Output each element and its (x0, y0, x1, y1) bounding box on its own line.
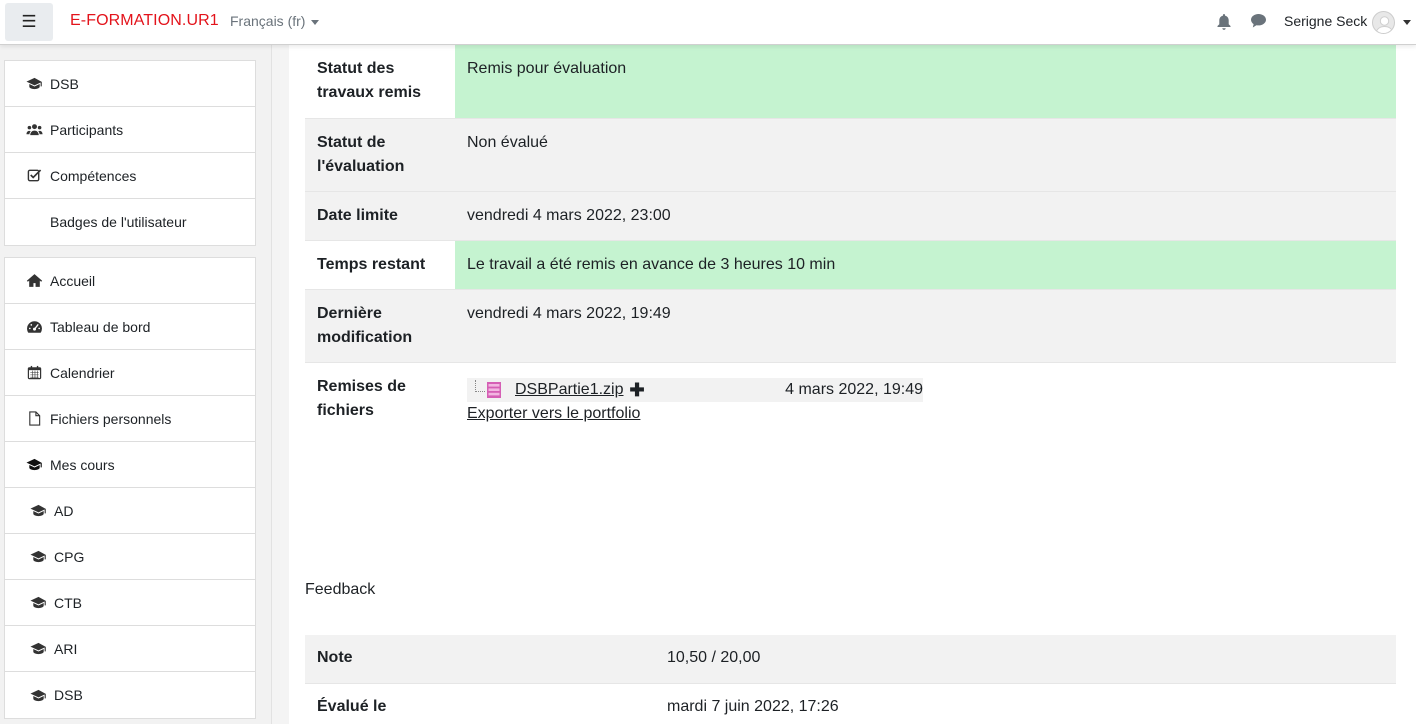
calendar-icon (25, 365, 43, 381)
feedback-heading: Feedback (305, 581, 376, 598)
row-value: Le travail a été remis en avance de 3 he… (455, 241, 1396, 289)
sidebar-item-participants[interactable]: Participants (5, 107, 255, 153)
row-label: Évalué le (317, 698, 387, 715)
row-label: Dernière modification (305, 290, 455, 362)
sidebar-item-label: DSB (54, 687, 83, 703)
sidebar-item-dsb-course[interactable]: DSB (5, 61, 255, 107)
users-icon (25, 122, 43, 138)
sidebar-item-label: ARI (54, 640, 78, 657)
row-value: vendredi 4 mars 2022, 19:49 (467, 305, 671, 322)
sidebar-item-accueil[interactable]: Accueil (5, 258, 255, 304)
default-user-icon (1375, 16, 1394, 33)
table-row: Temps restant Le travail a été remis en … (305, 241, 1396, 290)
nav-drawer: DSB Participants Compétences Badges de l… (0, 45, 272, 724)
sidebar-item-course-ctb[interactable]: CTB (5, 580, 255, 626)
sidebar-item-tableau-de-bord[interactable]: Tableau de bord (5, 304, 255, 350)
file-date: 4 mars 2022, 19:49 (785, 381, 923, 398)
row-label: Remises de fichiers (317, 378, 406, 419)
row-label: Date limite (305, 192, 455, 240)
graduation-cap-icon (29, 641, 47, 657)
sidebar-item-label: Fichiers personnels (50, 410, 172, 427)
site-brand-link[interactable]: E-FORMATION.UR1 (70, 12, 219, 30)
table-row: Statut des travaux remis Remis pour éval… (305, 45, 1396, 119)
row-value: vendredi 4 mars 2022, 23:00 (467, 207, 671, 224)
table-row: Statut de l'évaluation Non évalué (305, 119, 1396, 192)
site-nav-group: Accueil Tableau de bord Calendrier Fichi… (4, 257, 256, 719)
user-menu-chevron-icon[interactable] (1403, 20, 1411, 25)
sidebar-item-fichiers-personnels[interactable]: Fichiers personnels (5, 396, 255, 442)
sidebar-item-label: Badges de l'utilisateur (50, 214, 187, 230)
sidebar-item-course-cpg[interactable]: CPG (5, 534, 255, 580)
graduation-cap-icon (25, 76, 43, 92)
plus-icon[interactable]: ✚ (630, 381, 645, 399)
file-submissions-cell: DSBPartie1.zip ✚ 4 mars 2022, 19:49 Expo… (455, 363, 1396, 453)
sidebar-item-calendrier[interactable]: Calendrier (5, 350, 255, 396)
row-value: Remis pour évaluation (455, 45, 1396, 118)
table-row: Date limite vendredi 4 mars 2022, 23:00 (305, 192, 1396, 241)
table-row: Dernière modification vendredi 4 mars 20… (305, 290, 1396, 363)
sidebar-item-course-ari[interactable]: ARI (5, 626, 255, 672)
menu-toggle-button[interactable]: ☰ (5, 3, 53, 41)
sidebar-item-label: Calendrier (50, 364, 115, 381)
table-row: Évalué le mardi 7 juin 2022, 17:26 (305, 684, 1396, 724)
chat-bubble-icon[interactable] (1250, 13, 1267, 29)
zip-archive-icon (487, 382, 501, 398)
table-row: Note 10,50 / 20,00 (305, 635, 1396, 684)
sidebar-item-mes-cours[interactable]: Mes cours (5, 442, 255, 488)
file-download-link[interactable]: DSBPartie1.zip (515, 378, 624, 402)
row-label: Statut des travaux remis (317, 60, 422, 101)
row-value: 10,50 / 20,00 (667, 649, 761, 666)
tree-connector (475, 380, 485, 392)
hamburger-icon: ☰ (21, 12, 37, 31)
sidebar-item-competences[interactable]: Compétences (5, 153, 255, 199)
submission-status-table: Statut des travaux remis Remis pour éval… (305, 45, 1396, 453)
row-value: mardi 7 juin 2022, 17:26 (667, 698, 839, 715)
course-nav-group: DSB Participants Compétences Badges de l… (4, 60, 256, 246)
sidebar-item-badges[interactable]: Badges de l'utilisateur (5, 199, 255, 245)
graduation-cap-icon (25, 457, 43, 473)
graduation-cap-icon (29, 503, 47, 519)
sidebar-item-label: DSB (50, 75, 79, 92)
chevron-down-icon (311, 19, 320, 25)
graduation-cap-icon (29, 595, 47, 611)
avatar[interactable] (1372, 11, 1395, 34)
sidebar-item-label: Tableau de bord (50, 318, 151, 335)
language-label: Français (fr) (230, 13, 306, 29)
top-navbar: ☰ E-FORMATION.UR1 Français (fr) Serigne … (0, 0, 1416, 45)
row-label: Statut de l'évaluation (305, 119, 455, 191)
language-selector[interactable]: Français (fr) (230, 13, 320, 29)
file-tree-item: DSBPartie1.zip ✚ 4 mars 2022, 19:49 (467, 378, 923, 402)
export-portfolio-link[interactable]: Exporter vers le portfolio (467, 402, 1384, 426)
bell-icon[interactable] (1216, 13, 1232, 31)
check-square-icon (25, 168, 43, 184)
sidebar-item-label: Compétences (50, 167, 137, 184)
row-label: Temps restant (317, 256, 426, 273)
dashboard-icon (25, 319, 43, 335)
sidebar-item-label: Accueil (50, 272, 96, 289)
user-menu-name[interactable]: Serigne Seck (1284, 13, 1367, 29)
graduation-cap-icon (29, 549, 47, 565)
sidebar-item-label: AD (54, 502, 74, 519)
row-value: Non évalué (467, 134, 548, 151)
row-label: Note (317, 649, 353, 666)
sidebar-item-label: Participants (50, 121, 124, 138)
sidebar-item-course-ad[interactable]: AD (5, 488, 255, 534)
graduation-cap-icon (29, 687, 47, 703)
main-content: Statut des travaux remis Remis pour éval… (289, 45, 1416, 724)
sidebar-item-label: CPG (54, 548, 85, 565)
home-icon (25, 273, 43, 289)
table-row: Remises de fichiers DSBPartie1.zip ✚ 4 m… (305, 363, 1396, 453)
feedback-table: Note 10,50 / 20,00 Évalué le mardi 7 jui… (305, 635, 1396, 724)
sidebar-item-course-dsb[interactable]: DSB (5, 672, 255, 718)
file-icon (25, 411, 43, 427)
sidebar-item-label: CTB (54, 594, 82, 611)
sidebar-item-label: Mes cours (50, 456, 115, 473)
